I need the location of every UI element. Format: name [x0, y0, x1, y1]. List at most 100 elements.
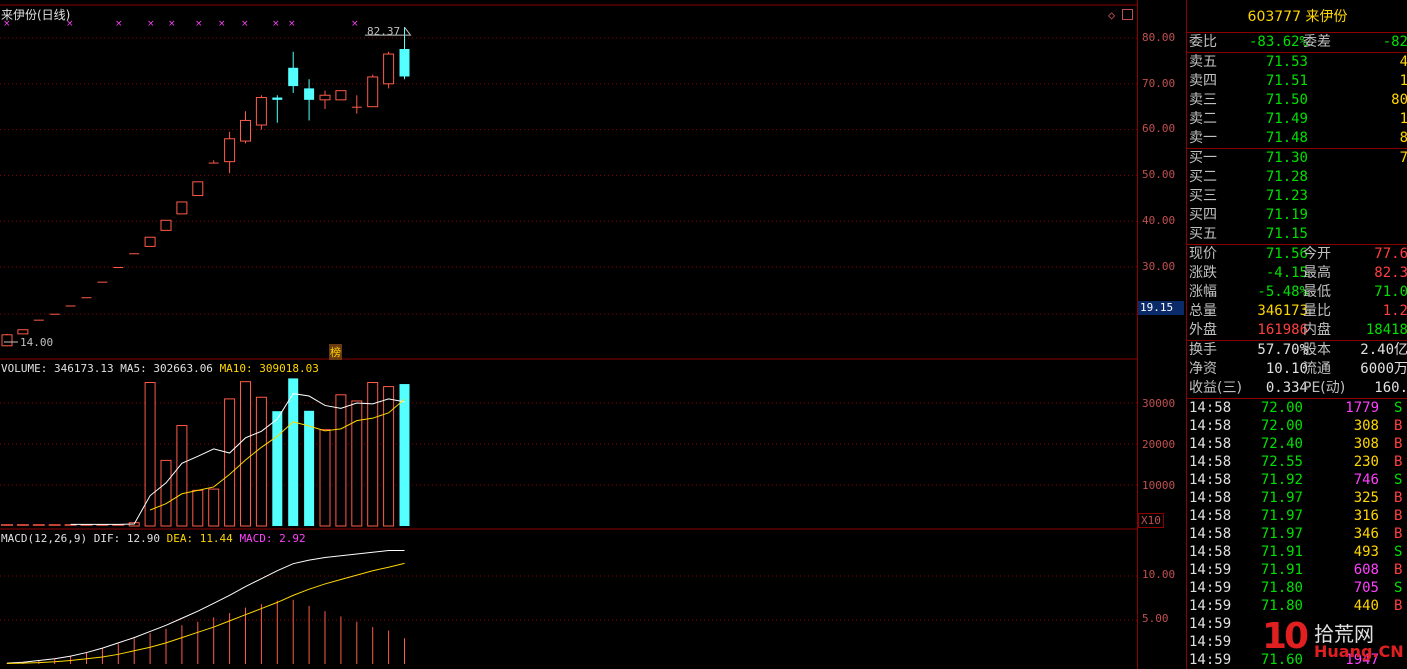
candle-body-up [240, 119, 251, 142]
stat-label: 现价 [1189, 246, 1217, 262]
fund-value-2: 160. [1374, 380, 1407, 396]
tick-volume: 230 [1353, 454, 1379, 470]
price-axis: 80.00 70.00 60.00 50.00 40.00 30.00 19.1… [1137, 0, 1186, 669]
ask-price: 71.49 [1265, 111, 1308, 127]
limit-up-marker: × [288, 19, 296, 29]
ask-row: 卖四 71.51 1 [1187, 72, 1407, 91]
volume-bar-up [383, 386, 395, 527]
axis-volume-10000: 10000 [1142, 479, 1176, 492]
kline-chart-svg[interactable]: × × × × × × × × × × × [0, 0, 1137, 669]
axis-price-80: 80.00 [1142, 31, 1176, 44]
stat-value-2: 71.0 [1374, 284, 1407, 300]
candle-body-up [224, 138, 236, 163]
volume-bar-down [304, 410, 315, 526]
ask-row: 卖五 71.53 4 [1187, 53, 1407, 72]
ask-price: 71.48 [1265, 130, 1308, 146]
ask-row: 卖一 71.48 8 [1187, 129, 1407, 148]
weibi-row: 委比 -83.62% 委差 -82 [1187, 33, 1407, 53]
volume-bar-up [192, 489, 204, 527]
tick-time: 14:58 [1189, 472, 1232, 488]
stat-label: 总量 [1189, 303, 1217, 319]
limit-up-marker: × [195, 19, 203, 29]
limit-up-marker: × [147, 19, 155, 29]
ask-volume: 4 [1400, 53, 1407, 72]
tick-time: 14:58 [1189, 508, 1232, 524]
tick-time: 14:59 [1189, 562, 1232, 578]
volume-bar-up [176, 425, 188, 527]
bid-row: 买四 71.19 [1187, 206, 1407, 225]
tick-side: B [1394, 418, 1403, 434]
ask-volume: 1 [1400, 110, 1407, 129]
candle-body-flat [113, 267, 124, 268]
bid-volume: 7 [1400, 149, 1407, 168]
tick-row: 14:58 71.92 746 S [1187, 471, 1407, 489]
limit-up-marker: × [218, 19, 226, 29]
tick-row: 14:59 71.80 705 S [1187, 579, 1407, 597]
volume-bar-down [288, 378, 299, 526]
tick-side: S [1394, 472, 1403, 488]
candle-body-up [192, 181, 204, 197]
axis-macd-5: 5.00 [1142, 612, 1169, 625]
macd-dea: DEA: 11.44 [166, 532, 233, 545]
fund-value: 57.70% [1257, 342, 1308, 358]
stat-label-2: 最低 [1303, 284, 1331, 300]
watermark-digits: 10 [1262, 616, 1309, 657]
stat-label-2: 最高 [1303, 265, 1331, 281]
stat-row: 涨幅 -5.48% 最低 71.0 [1187, 283, 1407, 302]
bid-label: 买四 [1189, 207, 1217, 223]
fund-value: 0.334 [1265, 380, 1308, 396]
tick-volume: 608 [1353, 562, 1379, 578]
volume-bar-down [272, 411, 283, 526]
axis-price-40: 40.00 [1142, 214, 1176, 227]
bid-row: 买一 71.30 7 [1187, 149, 1407, 168]
limit-up-marker: × [115, 19, 123, 29]
volume-ma5: MA5: 302663.06 [120, 362, 213, 375]
tick-volume: 308 [1353, 436, 1379, 452]
volume-bar-up [335, 394, 347, 527]
macd-dif-line [6, 549, 405, 664]
weicha-value: -82 [1382, 34, 1407, 50]
chart-window-icon[interactable] [1122, 9, 1133, 20]
candle-body-up [176, 201, 188, 215]
stock-title[interactable]: 603777 来伊份 [1187, 0, 1407, 33]
bid-price: 71.28 [1265, 169, 1308, 185]
tick-time: 14:59 [1189, 652, 1232, 668]
fund-label: 净资 [1189, 361, 1217, 377]
tick-time: 14:59 [1189, 580, 1232, 596]
macd-dif: DIF: 12.90 [93, 532, 160, 545]
limit-up-marker: × [351, 19, 359, 29]
tick-volume: 705 [1353, 580, 1379, 596]
tick-price: 71.92 [1260, 472, 1303, 488]
chart-options-icon[interactable]: ◇ [1108, 8, 1115, 22]
candle-body-down [304, 88, 315, 100]
limit-up-marker: × [168, 19, 176, 29]
tick-time: 14:59 [1189, 598, 1232, 614]
tick-time: 14:58 [1189, 526, 1232, 542]
tick-side: B [1394, 454, 1403, 470]
fundamental-row: 净资 10.10 流通 6000万 [1187, 360, 1407, 379]
candle-body-flat [33, 319, 44, 321]
stat-value: -4.15 [1265, 265, 1308, 281]
bid-book: 买一 71.30 7买二 71.28 买三 71.23 买四 71.19 买五 … [1187, 149, 1407, 245]
tick-price: 71.80 [1260, 580, 1303, 596]
tick-price: 71.91 [1260, 562, 1303, 578]
tick-row: 14:59 71.80 440 B [1187, 597, 1407, 615]
tick-volume: 346 [1353, 526, 1379, 542]
tick-time: 14:58 [1189, 490, 1232, 506]
ask-price: 71.53 [1265, 54, 1308, 70]
candle-body-down [399, 48, 410, 77]
tick-row: 14:58 71.97 325 B [1187, 489, 1407, 507]
ranking-badge[interactable]: 榜 [329, 344, 342, 360]
candle-body-flat [81, 297, 92, 299]
axis-price-50: 50.00 [1142, 168, 1176, 181]
bid-label: 买三 [1189, 188, 1217, 204]
fundamental-row: 换手 57.70% 股本 2.40亿 [1187, 341, 1407, 360]
bid-label: 买二 [1189, 169, 1217, 185]
volume-bar-up [208, 488, 220, 527]
fund-value-2: 2.40亿 [1360, 342, 1407, 358]
fund-value: 10.10 [1265, 361, 1308, 377]
chart-area[interactable]: × × × × × × × × × × × 来伊份(日线) 82.37 14.00 榜 VOLUME… [0, 0, 1140, 669]
tick-price: 72.40 [1260, 436, 1303, 452]
stat-row: 现价 71.56 今开 77.6 [1187, 245, 1407, 264]
stat-value-2: 18418 [1365, 322, 1407, 338]
